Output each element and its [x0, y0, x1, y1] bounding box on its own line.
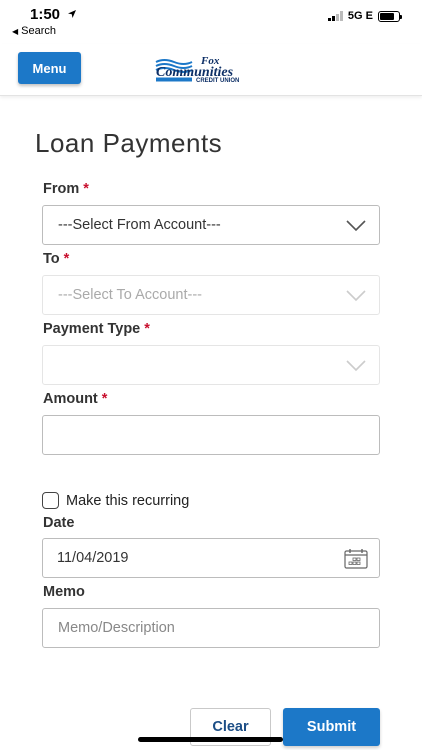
memo-input[interactable]: [42, 608, 380, 648]
date-value: 11/04/2019: [57, 550, 129, 566]
to-label-text: To: [43, 251, 60, 267]
from-label: From *: [43, 181, 89, 197]
logo-line3: CREDIT UNION: [196, 78, 239, 84]
page-title: Loan Payments: [35, 128, 223, 158]
memo-label: Memo: [43, 584, 85, 600]
from-required-mark: *: [83, 181, 89, 197]
recurring-checkbox[interactable]: [42, 492, 59, 509]
amount-input[interactable]: [42, 415, 380, 455]
status-time: 1:50: [30, 6, 77, 23]
date-label: Date: [43, 515, 75, 531]
payment-type-select[interactable]: [42, 345, 380, 385]
menu-button[interactable]: Menu: [18, 52, 81, 84]
submit-button[interactable]: Submit: [283, 708, 380, 746]
to-account-value: ---Select To Account---: [58, 287, 202, 303]
status-bar: 1:50 ◀ Search 5G E: [0, 0, 422, 44]
cellular-signal-icon: [328, 11, 343, 21]
chevron-down-icon: [346, 220, 366, 232]
battery-icon: [378, 10, 402, 22]
network-type: 5G E: [347, 10, 373, 22]
to-account-select[interactable]: ---Select To Account---: [42, 275, 380, 315]
date-field[interactable]: 11/04/2019: [42, 538, 380, 578]
status-time-text: 1:50: [30, 6, 61, 23]
back-to-search-link[interactable]: ◀ Search: [12, 25, 56, 37]
recurring-label: Make this recurring: [66, 492, 190, 509]
to-required-mark: *: [63, 251, 70, 267]
status-indicators: 5G E: [328, 10, 402, 22]
back-search-label: Search: [21, 25, 57, 37]
payment-type-required-mark: *: [144, 321, 150, 337]
chevron-down-icon: [346, 360, 366, 372]
chevron-down-icon: [346, 290, 366, 302]
back-triangle-icon: ◀: [12, 27, 19, 36]
amount-label: Amount *: [43, 391, 107, 407]
from-account-value: ---Select From Account---: [58, 217, 221, 233]
amount-label-text: Amount: [43, 391, 98, 407]
amount-required-mark: *: [101, 391, 108, 407]
to-label: To *: [43, 251, 69, 267]
from-account-select[interactable]: ---Select From Account---: [42, 205, 380, 245]
location-arrow-icon: [68, 10, 77, 18]
fox-communities-logo: Fox Communities CREDIT UNION: [155, 55, 239, 84]
payment-type-label-text: Payment Type: [43, 321, 141, 337]
from-label-text: From: [43, 181, 80, 197]
app-header: Menu Fox Communities CREDIT UNION: [0, 44, 422, 96]
home-indicator[interactable]: [138, 737, 283, 742]
recurring-option[interactable]: Make this recurring: [42, 492, 189, 509]
calendar-icon[interactable]: [344, 548, 368, 569]
payment-type-label: Payment Type *: [43, 321, 150, 337]
